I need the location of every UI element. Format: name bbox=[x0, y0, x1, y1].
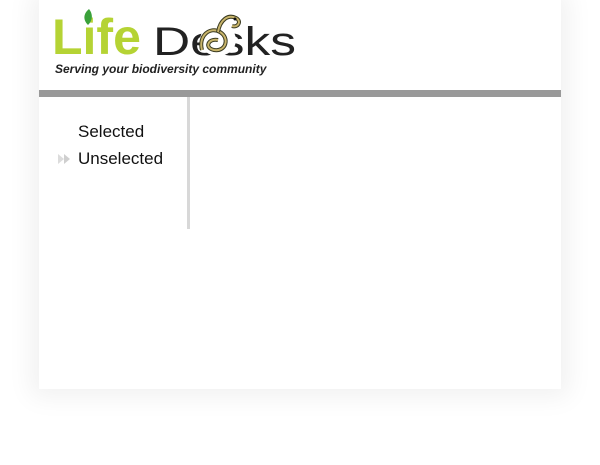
site-container: Life Desks Serving your biodi bbox=[39, 0, 561, 389]
sidebar: Selected Unselected bbox=[39, 97, 190, 229]
logo-tagline: Serving your biodiversity community bbox=[55, 62, 267, 76]
logo-text-life: Life bbox=[52, 9, 141, 65]
page: Life Desks Serving your biodi bbox=[0, 0, 600, 465]
lifedesks-logo[interactable]: Life Desks Serving your biodi bbox=[52, 6, 322, 78]
header-divider bbox=[39, 90, 561, 97]
double-chevron-right-icon bbox=[58, 154, 70, 164]
sidebar-item-unselected[interactable]: Unselected bbox=[57, 148, 163, 175]
sidebar-item-label: Selected bbox=[78, 122, 145, 141]
sidebar-item-selected[interactable]: Selected bbox=[57, 121, 163, 148]
sidebar-item-label: Unselected bbox=[78, 149, 164, 168]
site-header: Life Desks Serving your biodi bbox=[39, 0, 561, 90]
sidebar-nav: Selected Unselected bbox=[57, 121, 163, 175]
logo-wordmark: Life Desks bbox=[52, 9, 296, 65]
main-content bbox=[190, 97, 561, 389]
